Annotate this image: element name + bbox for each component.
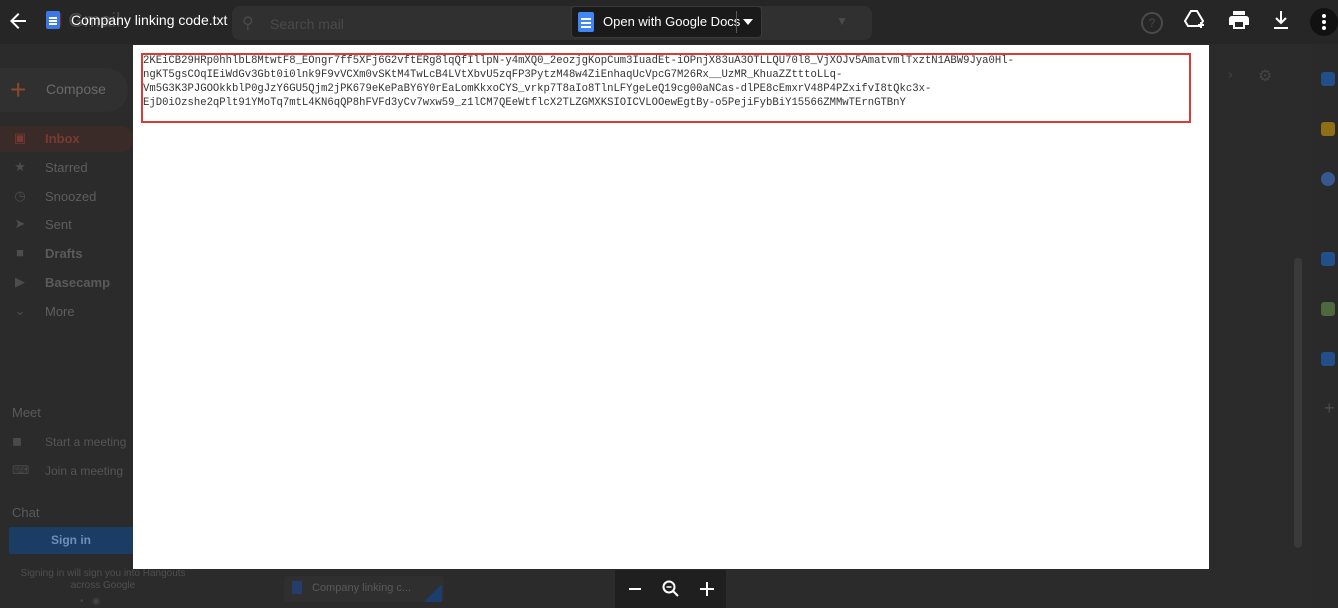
nav-label: Starred (45, 160, 88, 175)
label-icon: ▶ (15, 274, 25, 289)
nav-item-snoozed: ◷ Snoozed (0, 184, 134, 210)
compose-plus-icon: + (10, 74, 27, 105)
slack-addon-icon (1321, 302, 1335, 316)
nav-label: Inbox (45, 131, 80, 146)
compose-label: Compose (46, 81, 106, 97)
file-title: Company linking code.txt (71, 12, 228, 28)
chat-status-icons: • ◉ (80, 596, 101, 607)
zoom-controls (615, 570, 726, 608)
attachment-corner (424, 584, 442, 602)
chat-section-title: Chat (12, 505, 40, 520)
zoom-in-icon[interactable] (696, 578, 718, 600)
nav-item-inbox: ▣ Inbox (0, 126, 134, 152)
chevron-down-icon: ⌄ (14, 303, 26, 318)
next-page-icon: › (1228, 66, 1233, 82)
video-icon: ◼ (12, 434, 22, 448)
open-with-label: Open with Google Docs (603, 14, 741, 29)
search-icon: ⚲ (242, 15, 254, 32)
file-icon (292, 581, 302, 594)
star-icon: ★ (14, 159, 26, 174)
join-meeting-item: ⌨ Join a meeting (0, 461, 134, 481)
gmail-search-bar: ⚲ Search mail ▼ (232, 6, 872, 40)
file-type-icon (46, 11, 60, 29)
gear-icon: ⚙ (1258, 68, 1273, 85)
nav-item-drafts: ■ Drafts (0, 241, 134, 267)
zoom-reset-icon[interactable] (660, 578, 682, 600)
send-icon: ➤ (14, 216, 26, 231)
start-meeting-item: ◼ Start a meeting (0, 432, 134, 452)
document-text[interactable]: 2KEiCB29HRp0hhlbL8MtwtF8_EOngr7ff5XFj6G2… (143, 54, 1183, 110)
open-with-divider (736, 11, 737, 33)
nav-label: Sent (45, 217, 72, 232)
keyboard-icon: ⌨ (12, 463, 30, 477)
tasks-icon (1321, 172, 1335, 186)
open-with-button[interactable]: Open with Google Docs (571, 6, 762, 38)
draft-icon: ■ (16, 245, 24, 260)
nav-label: Basecamp (45, 275, 111, 290)
google-docs-icon (578, 12, 594, 32)
clock-icon: ◷ (14, 188, 26, 203)
document-page: 2KEiCB29HRp0hhlbL8MtwtF8_EOngr7ff5XFj6G2… (133, 45, 1209, 569)
calendar-icon (1321, 72, 1335, 86)
meet-item-label: Join a meeting (45, 464, 124, 478)
mail-scrollbar (1294, 258, 1302, 548)
attachment-chip: Company linking c... (284, 576, 444, 602)
search-placeholder: Search mail (270, 16, 344, 32)
nav-label: More (45, 304, 75, 319)
meet-section-title: Meet (12, 405, 41, 420)
help-icon: ? (1141, 12, 1163, 34)
keep-icon (1321, 122, 1335, 136)
open-with-dropdown-icon[interactable] (743, 19, 753, 25)
zoom-addon-icon (1321, 252, 1335, 266)
back-arrow-icon[interactable] (6, 9, 30, 33)
print-icon[interactable] (1227, 8, 1251, 32)
chat-signin-note: Signing in will sign you into Hangouts a… (20, 568, 186, 591)
nav-item-sent: ➤ Sent (0, 212, 134, 238)
add-addon-icon: + (1324, 398, 1335, 418)
nav-item-basecamp: ▶ Basecamp (0, 270, 134, 296)
nav-label: Drafts (45, 246, 83, 261)
inbox-icon: ▣ (13, 130, 27, 145)
zoom-out-icon[interactable] (624, 578, 646, 600)
more-vert-icon (1322, 14, 1326, 30)
nav-label: Snoozed (45, 189, 97, 204)
attachment-chip-label: Company linking c... (312, 582, 412, 594)
search-options-icon: ▼ (836, 14, 848, 28)
nav-item-starred: ★ Starred (0, 155, 134, 181)
more-options-button[interactable] (1310, 8, 1338, 36)
download-icon[interactable] (1269, 8, 1293, 32)
chat-signin-button: Sign in (9, 527, 133, 554)
compose-button: + Compose (0, 68, 128, 112)
add-to-drive-icon[interactable] (1183, 8, 1207, 32)
nav-item-more: ⌄ More (0, 299, 134, 325)
meet-item-label: Start a meeting (45, 435, 127, 449)
zoom-addon-icon-2 (1321, 352, 1335, 366)
